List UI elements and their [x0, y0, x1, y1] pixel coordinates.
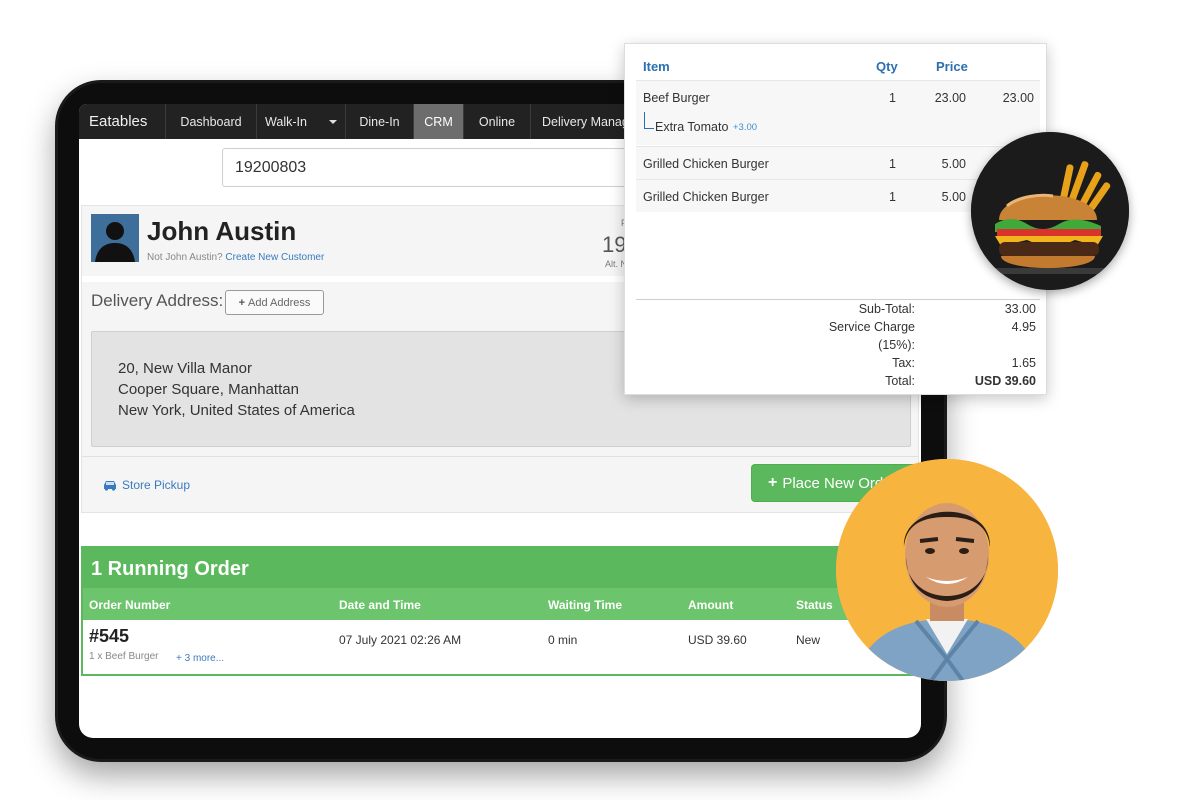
modifier-connector — [644, 112, 654, 129]
order-number[interactable]: #545 — [89, 626, 129, 647]
tax-value: 1.65 — [1011, 356, 1036, 370]
store-pickup-label: Store Pickup — [122, 478, 191, 492]
not-customer-text: Not John Austin? — [147, 252, 223, 263]
customer-name: John Austin — [147, 216, 297, 246]
running-orders-panel: 1 Running Order Order Number Date and Ti… — [81, 546, 919, 676]
nav-dine-in[interactable]: Dine-In — [345, 104, 413, 139]
receipt-header-qty: Qty — [876, 59, 898, 74]
receipt-item-name: Grilled Chicken Burger — [643, 157, 769, 171]
burger-photo — [971, 132, 1129, 290]
col-header-order-number: Order Number — [89, 598, 171, 612]
receipt-totals-separator — [636, 299, 1040, 300]
col-header-amount: Amount — [688, 598, 734, 612]
user-silhouette-icon — [91, 214, 139, 262]
order-amount: USD 39.60 — [688, 633, 747, 647]
total-value: USD 39.60 — [974, 374, 1036, 388]
receipt-item-total: 23.00 — [1002, 91, 1034, 105]
total-label: Total: — [885, 374, 915, 388]
customer-search-input[interactable] — [222, 148, 642, 187]
receipt-header-price: Price — [936, 59, 968, 74]
store-pickup-link[interactable]: Store Pickup — [102, 478, 190, 492]
receipt-item-price: 5.00 — [941, 157, 966, 171]
receipt-item-name: Grilled Chicken Burger — [643, 190, 769, 204]
running-orders-title: 1 Running Order — [83, 548, 917, 588]
nav-dashboard[interactable]: Dashboard — [165, 104, 256, 139]
receipt-item-name: Beef Burger — [643, 91, 710, 105]
receipt-item-price: 5.00 — [941, 190, 966, 204]
receipt-header-item: Item — [643, 59, 670, 74]
receipt-item-qty: 1 — [889, 91, 896, 105]
customer-subline: Not John Austin? Create New Customer — [147, 252, 324, 263]
burger-illustration — [971, 132, 1129, 290]
plus-icon: + — [768, 474, 778, 491]
panel-divider-line — [82, 456, 918, 457]
delivery-address-label: Delivery Address: — [91, 291, 224, 310]
create-new-customer-link[interactable]: Create New Customer — [225, 252, 324, 263]
service-charge-label: Service Charge — [828, 320, 915, 334]
order-datetime: 07 July 2021 02:26 AM — [339, 633, 462, 647]
service-charge-percent: (15%): — [878, 338, 915, 352]
nav-walk-in-label: Walk-In — [265, 114, 307, 129]
receipt-modifier-name: Extra Tomato — [655, 120, 729, 134]
nav-crm[interactable]: CRM — [413, 104, 463, 139]
col-header-date-time: Date and Time — [339, 598, 421, 612]
smiling-man-illustration — [836, 459, 1058, 681]
order-waiting-time: 0 min — [548, 633, 578, 647]
car-icon — [104, 481, 116, 491]
subtotal-value: 33.00 — [1004, 302, 1036, 316]
col-header-waiting-time: Waiting Time — [548, 598, 623, 612]
chevron-down-icon — [328, 119, 337, 124]
subtotal-label: Sub-Total: — [858, 302, 915, 316]
tax-label: Tax: — [892, 356, 915, 370]
plus-icon: + — [238, 296, 246, 309]
nav-online[interactable]: Online — [463, 104, 530, 139]
running-orders-header: Order Number Date and Time Waiting Time … — [83, 588, 917, 620]
address-line: New York, United States of America — [118, 402, 355, 419]
place-order-label: Place New Ord — [782, 474, 884, 492]
customer-photo — [836, 459, 1058, 681]
receipt-item-price: 23.00 — [934, 91, 966, 105]
service-charge-value: 4.95 — [1011, 320, 1036, 334]
phone-number: 19 — [602, 232, 627, 257]
nav-walk-in[interactable]: Walk-In — [256, 104, 345, 139]
brand-logo[interactable]: Eatables — [79, 104, 165, 139]
add-address-button[interactable]: + Add Address — [225, 290, 324, 315]
receipt-modifier-price: +3.00 — [733, 122, 758, 133]
order-more-link[interactable]: + 3 more... — [176, 653, 224, 664]
order-item-summary: 1 x Beef Burger — [89, 651, 159, 662]
avatar — [91, 214, 139, 262]
col-header-status: Status — [796, 598, 833, 612]
add-address-label: Add Address — [248, 296, 311, 309]
receipt-item-qty: 1 — [889, 190, 896, 204]
order-status: New — [796, 633, 821, 647]
receipt-item-qty: 1 — [889, 157, 896, 171]
